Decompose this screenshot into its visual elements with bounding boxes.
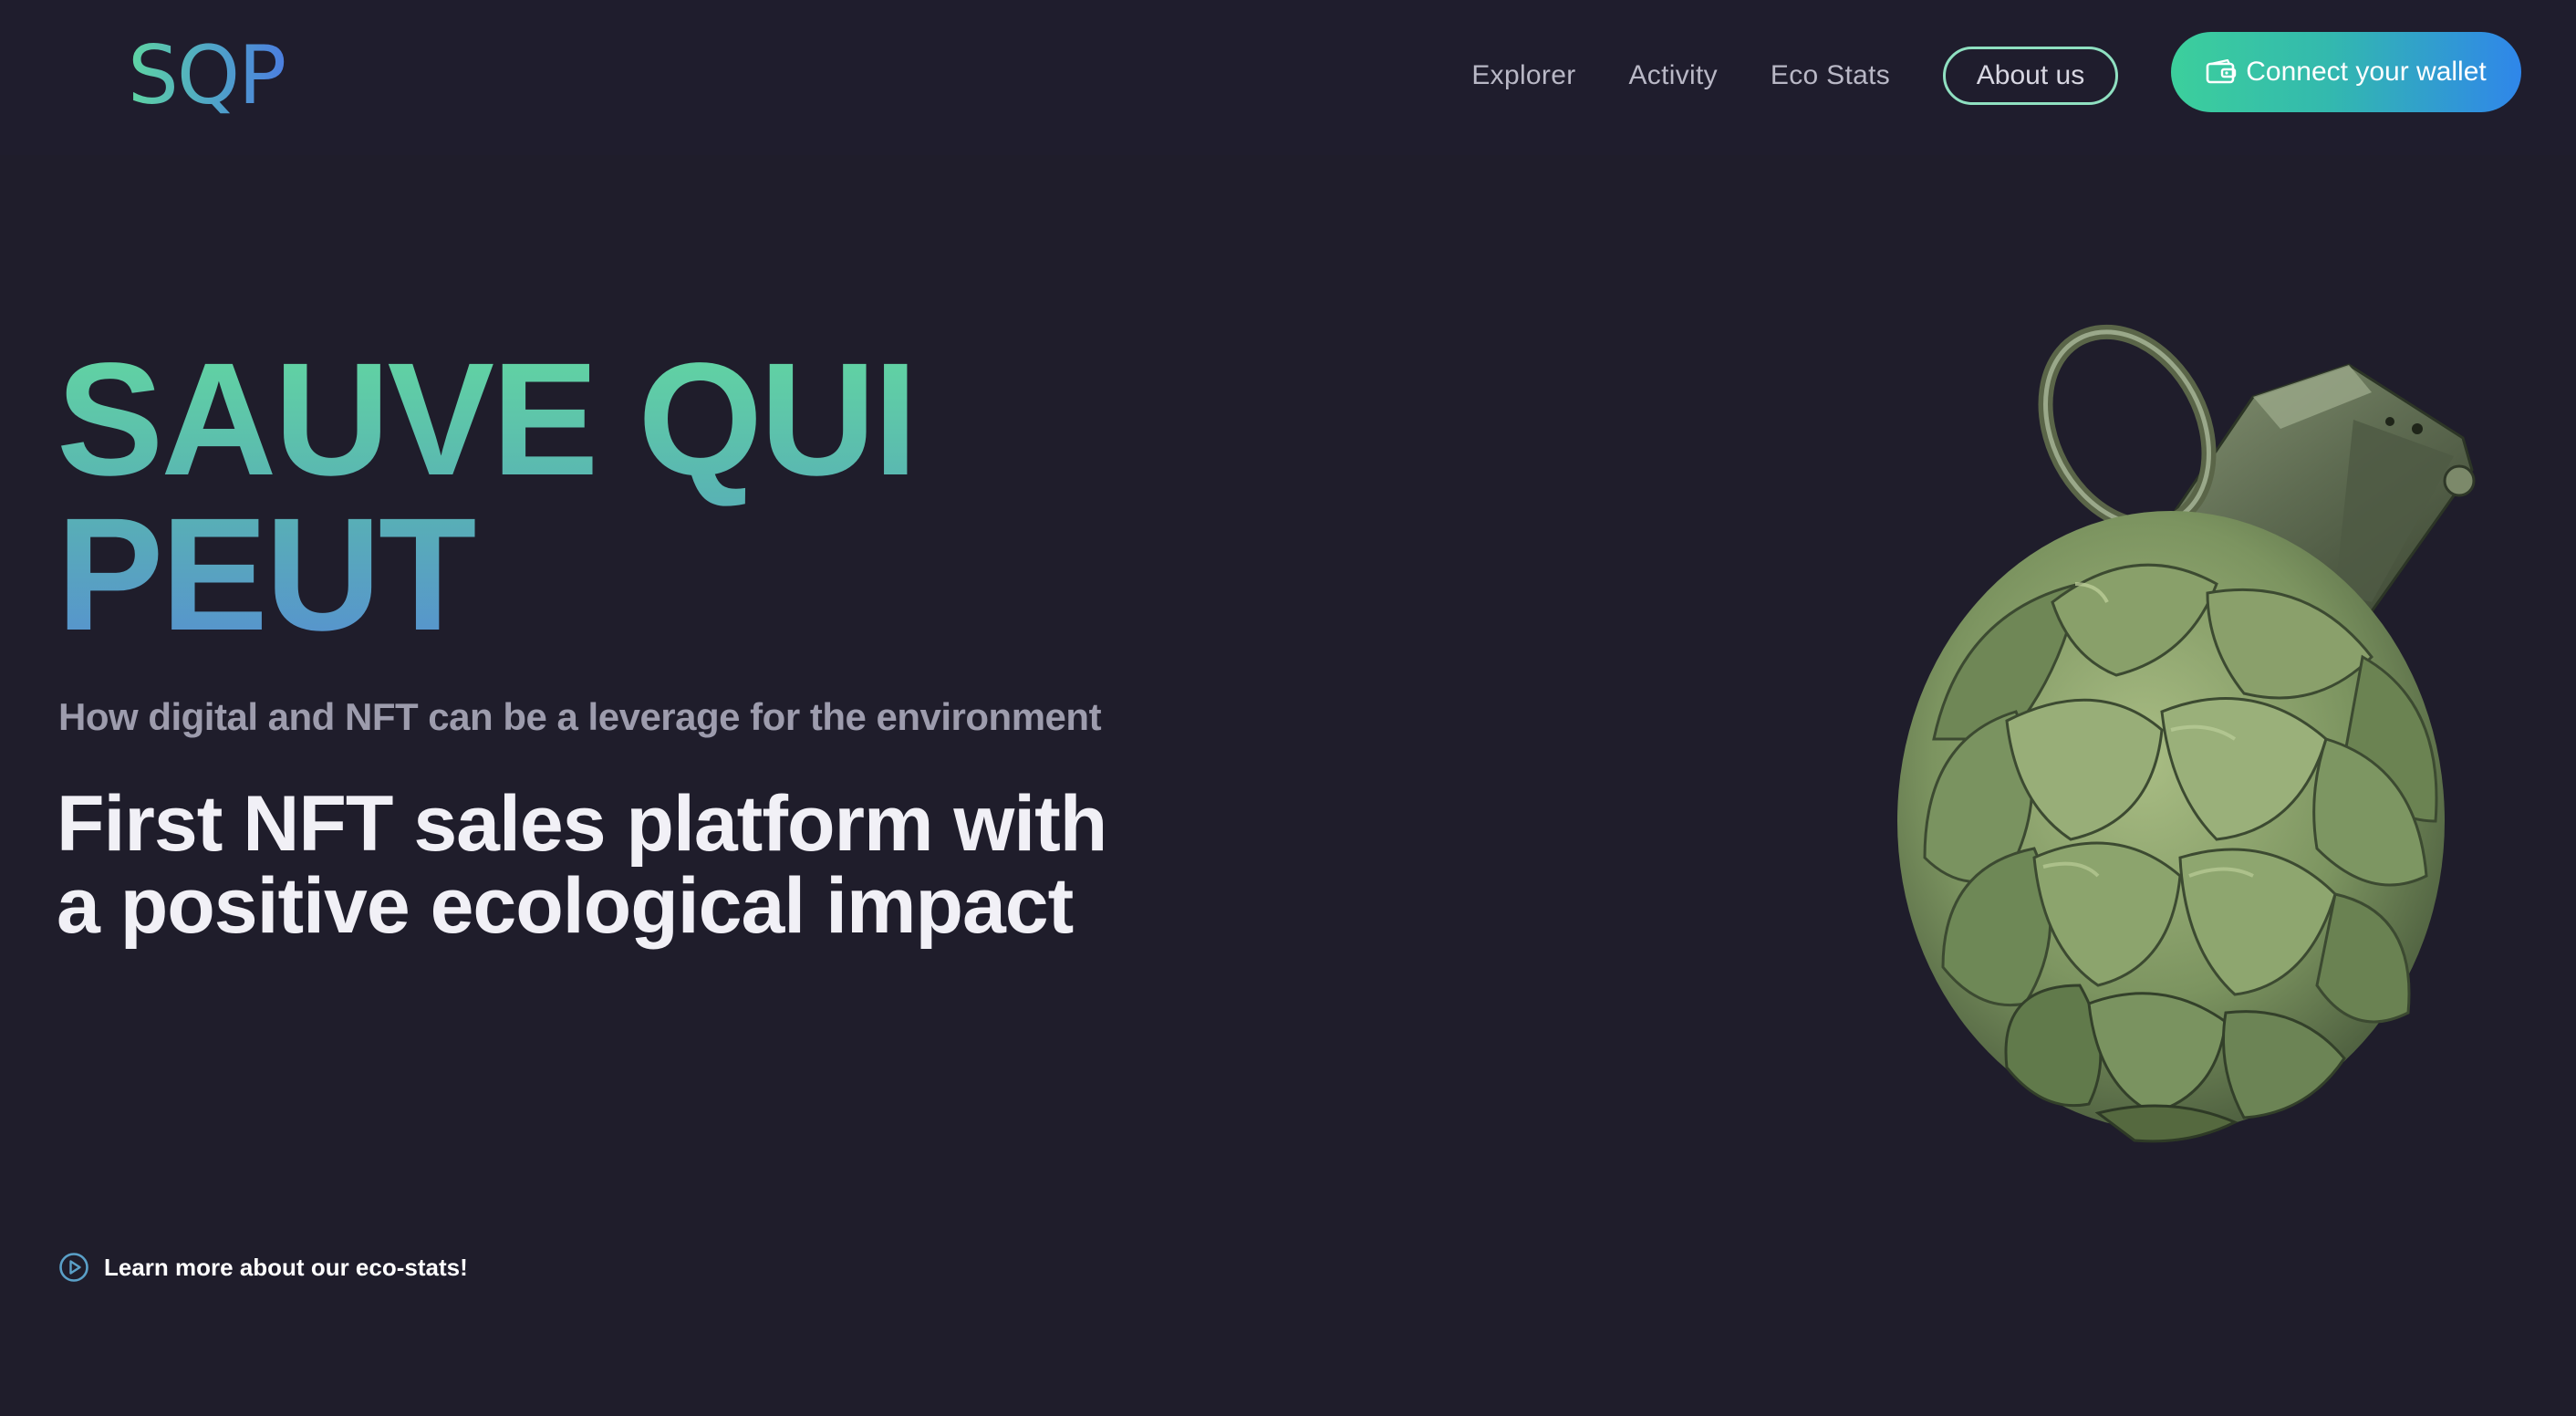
hero-tagline: First NFT sales platform with a positive… bbox=[57, 783, 1188, 947]
nav-link-explorer[interactable]: Explorer bbox=[1471, 60, 1575, 91]
main-nav: Explorer Activity Eco Stats About us Con… bbox=[1471, 0, 2521, 151]
hero-title: SAUVE QUI PEUT bbox=[57, 342, 1060, 652]
artichoke-body bbox=[1897, 511, 2445, 1143]
hero-title-line-1: SAUVE QUI bbox=[57, 330, 916, 509]
wallet-icon bbox=[2206, 58, 2237, 83]
hero-tagline-line-2: a positive ecological impact bbox=[57, 862, 1074, 950]
logo[interactable]: SQP bbox=[128, 26, 286, 126]
top-header: SQP Explorer Activity Eco Stats About us… bbox=[0, 0, 2576, 155]
about-us-label: About us bbox=[1976, 59, 2085, 90]
artichoke-grenade-image bbox=[1897, 324, 2476, 1143]
about-us-button[interactable]: About us bbox=[1943, 46, 2118, 105]
nav-link-eco-stats[interactable]: Eco Stats bbox=[1771, 60, 1890, 91]
hero-tagline-line-1: First NFT sales platform with bbox=[57, 780, 1107, 868]
hero-title-line-2: PEUT bbox=[57, 485, 474, 664]
play-circle-icon bbox=[59, 1253, 88, 1282]
learn-more-label: Learn more about our eco-stats! bbox=[104, 1253, 468, 1281]
nav-link-activity[interactable]: Activity bbox=[1628, 60, 1717, 91]
hero-subtitle: How digital and NFT can be a leverage fo… bbox=[58, 695, 1102, 738]
learn-more-link[interactable]: Learn more about our eco-stats! bbox=[58, 1252, 468, 1283]
landing-page: SQP Explorer Activity Eco Stats About us… bbox=[0, 0, 2576, 1416]
connect-wallet-button[interactable]: Connect your wallet bbox=[2171, 31, 2521, 112]
connect-wallet-label: Connect your wallet bbox=[2246, 56, 2487, 87]
